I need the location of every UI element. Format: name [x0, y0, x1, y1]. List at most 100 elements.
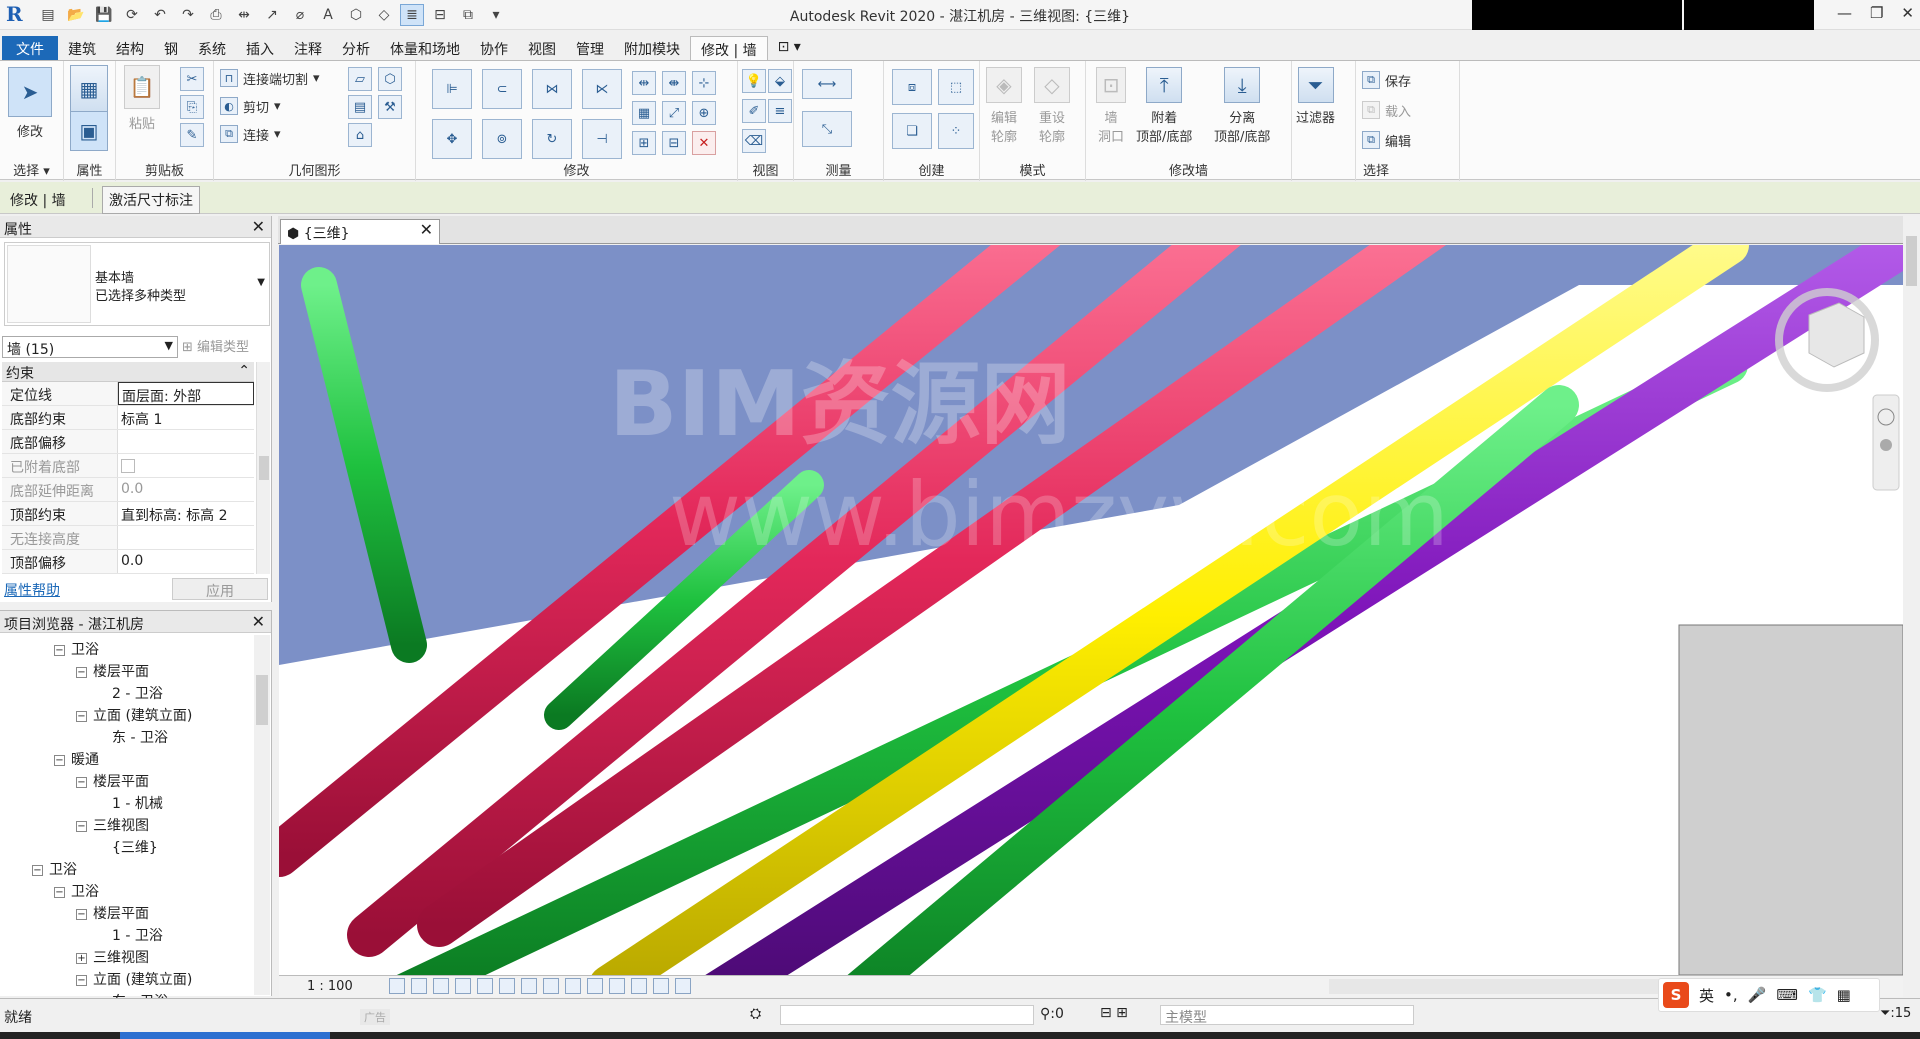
apply-button[interactable]: 应用: [172, 578, 268, 600]
cut-icon[interactable]: ✂: [180, 67, 204, 91]
collapse-icon[interactable]: −: [76, 908, 87, 920]
collapse-icon[interactable]: −: [76, 710, 87, 722]
edit-selection-button[interactable]: ⧉ 编辑: [1362, 129, 1411, 151]
tree-node[interactable]: − 卫浴: [54, 881, 99, 901]
switch-windows-icon[interactable]: ⧉: [456, 4, 480, 26]
wall-opening-button[interactable]: ⊡ 墙 洞口: [1096, 67, 1126, 145]
properties-help-link[interactable]: 属性帮助: [4, 580, 60, 600]
close-icon[interactable]: ✕: [420, 220, 433, 239]
microphone-icon[interactable]: 🎤: [1748, 986, 1767, 1004]
tab-3d-view[interactable]: ⬢ {三维} ✕: [280, 219, 440, 244]
tree-node[interactable]: − 立面 (建筑立面): [76, 969, 192, 989]
paint-icon[interactable]: ▤: [348, 95, 372, 119]
3d-view-icon[interactable]: ⬡: [344, 4, 368, 26]
create-group-icon[interactable]: ❏: [892, 113, 932, 149]
save-icon[interactable]: 💾: [92, 4, 116, 26]
tree-node[interactable]: {三维}: [98, 837, 158, 857]
temp-view-props-icon[interactable]: [609, 978, 625, 994]
file-icon[interactable]: ▤: [36, 4, 60, 26]
split-face-icon[interactable]: ⬡: [378, 67, 402, 91]
load-selection-button[interactable]: ⧉ 载入: [1362, 99, 1411, 121]
properties-scrollbar[interactable]: [256, 362, 270, 574]
section-icon[interactable]: ◇: [372, 4, 396, 26]
instance-filter-dropdown[interactable]: 墙 (15) ▼: [2, 336, 178, 358]
array-icon[interactable]: ▦: [632, 101, 656, 125]
linework-icon[interactable]: ✐: [742, 99, 766, 123]
reset-profile-button[interactable]: ◇ 重设 轮廓: [1034, 67, 1070, 145]
move-icon[interactable]: ✥: [432, 119, 472, 159]
similar-icon[interactable]: ⁘: [938, 113, 974, 149]
match-type-icon[interactable]: ✎: [180, 123, 204, 147]
cope-button[interactable]: ⊓ 连接端切割 ▾: [220, 67, 320, 89]
detail-level-icon[interactable]: [389, 978, 405, 994]
tree-node[interactable]: 2 - 卫浴: [98, 683, 163, 703]
tree-node[interactable]: − 三维视图: [76, 815, 149, 835]
panel-title[interactable]: 选择 ▾: [0, 160, 63, 179]
ribbon-minimize-icon[interactable]: ⊡ ▾: [768, 36, 811, 60]
eraser-icon[interactable]: ⌫: [742, 129, 766, 153]
split-gap-icon[interactable]: ⇼: [662, 71, 686, 95]
demolish-icon[interactable]: ⚒: [378, 95, 402, 119]
revit-logo[interactable]: R: [6, 3, 28, 25]
tab-massing-site[interactable]: 体量和场地: [380, 36, 470, 60]
chiller-unit[interactable]: [1678, 624, 1903, 975]
tab-insert[interactable]: 插入: [236, 36, 284, 60]
aligned-dimension-icon[interactable]: ⤡: [802, 111, 852, 147]
filter-button[interactable]: ⏷ 过滤器: [1296, 67, 1335, 126]
redo-icon[interactable]: ↷: [176, 4, 200, 26]
detach-top-base-button[interactable]: ⤓ 分离 顶部/底部: [1214, 67, 1270, 145]
language-toggle[interactable]: 英: [1699, 985, 1714, 1006]
collapse-icon[interactable]: −: [54, 644, 65, 656]
trim-icon[interactable]: ⊣: [582, 119, 622, 159]
close-icon[interactable]: ✕: [252, 612, 265, 631]
collapse-icon[interactable]: −: [54, 754, 65, 766]
design-option-dropdown[interactable]: 主模型: [1160, 1005, 1414, 1026]
dimension-icon[interactable]: ↗: [260, 4, 284, 26]
temp-hide-icon[interactable]: [565, 978, 581, 994]
tree-node[interactable]: 东 - 卫浴: [98, 727, 168, 747]
minimize-icon[interactable]: —: [1837, 4, 1852, 22]
edit-type-button[interactable]: ⊞ 编辑类型: [182, 336, 249, 355]
mirror-draw-icon[interactable]: ⋉: [582, 69, 622, 109]
thin-lines-icon[interactable]: ≣: [400, 4, 424, 26]
constraints-icon[interactable]: [675, 978, 691, 994]
properties-button[interactable]: ▦: [70, 65, 108, 117]
unpin-icon[interactable]: ⊕: [692, 101, 716, 125]
tab-collaborate[interactable]: 协作: [470, 36, 518, 60]
highlight-icon[interactable]: [653, 978, 669, 994]
wall-joins-icon[interactable]: ▱: [348, 67, 372, 91]
paste-button[interactable]: 📋 粘贴: [124, 65, 160, 132]
punctuation-toggle[interactable]: •,: [1724, 986, 1738, 1004]
customize-qat-icon[interactable]: ▾: [484, 4, 508, 26]
rotate-icon[interactable]: ↻: [532, 119, 572, 159]
editable-count[interactable]: ⚲:0: [1040, 1006, 1064, 1022]
skin-icon[interactable]: 👕: [1808, 986, 1827, 1004]
tree-node[interactable]: − 卫浴: [32, 859, 77, 879]
tab-manage[interactable]: 管理: [566, 36, 614, 60]
collapse-icon[interactable]: −: [76, 820, 87, 832]
collapse-icon[interactable]: −: [32, 864, 43, 876]
collapse-icon[interactable]: −: [76, 666, 87, 678]
edit-profile-button[interactable]: ◈ 编辑 轮廓: [986, 67, 1022, 145]
browser-scrollbar[interactable]: [254, 635, 270, 995]
sync-icon[interactable]: ⟳: [120, 4, 144, 26]
copy-element-icon[interactable]: ⊚: [482, 119, 522, 159]
tab-steel[interactable]: 钢: [154, 36, 188, 60]
cut-geometry-button[interactable]: ◐ 剪切 ▾: [220, 95, 281, 117]
collapse-icon[interactable]: −: [76, 776, 87, 788]
trim-extend-icon[interactable]: ⊞: [632, 131, 656, 155]
view-vertical-scrollbar[interactable]: [1903, 216, 1920, 988]
undo-icon[interactable]: ↶: [148, 4, 172, 26]
line-style-icon[interactable]: ≡: [768, 99, 792, 123]
tab-architecture[interactable]: 建筑: [58, 36, 106, 60]
sun-path-icon[interactable]: [433, 978, 449, 994]
zoom-icon[interactable]: [1880, 439, 1892, 451]
grid-icon[interactable]: ▦: [1837, 986, 1851, 1004]
attached-base-checkbox[interactable]: [121, 459, 135, 473]
type-properties-button[interactable]: ▣: [70, 111, 108, 155]
split-icon[interactable]: ⇹: [632, 71, 656, 95]
close-icon[interactable]: ✕: [252, 217, 265, 236]
pin-icon[interactable]: ⊹: [692, 71, 716, 95]
tab-addins[interactable]: 附加模块: [614, 36, 690, 60]
expand-icon[interactable]: +: [76, 952, 87, 964]
